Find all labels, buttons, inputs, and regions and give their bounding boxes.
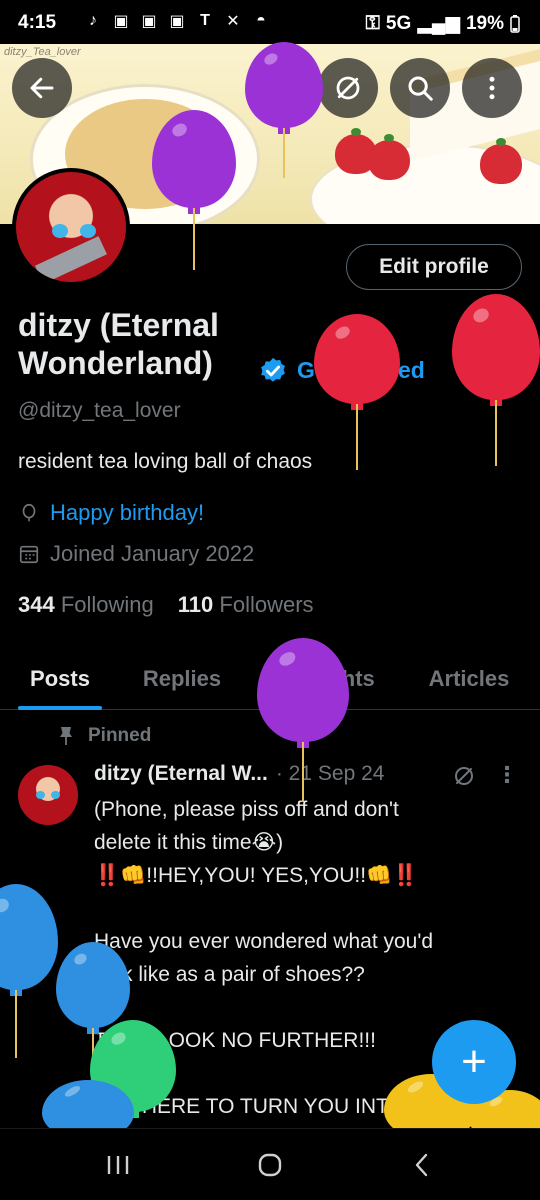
joined-row: Joined January 2022 [18, 541, 254, 567]
avatar-eye [80, 224, 96, 238]
avatar-eye [52, 224, 68, 238]
birthday-row[interactable]: Happy birthday! [18, 500, 204, 526]
balloon-body [245, 42, 323, 128]
back-button[interactable] [12, 58, 72, 118]
balloon-purple [245, 42, 323, 178]
post-header: ditzy (Eternal W... · 21 Sep 24 [94, 762, 384, 786]
avatar-eye [36, 791, 45, 799]
tab-posts[interactable]: Posts [0, 648, 120, 710]
post-avatar[interactable] [18, 765, 78, 825]
balloon-string [15, 990, 17, 1058]
twitch-icon: ▣ [169, 13, 185, 30]
joined-date: Joined January 2022 [50, 541, 255, 566]
avatar-knife [35, 236, 107, 282]
pin-icon [60, 727, 72, 745]
balloon-string [356, 404, 358, 470]
post-date[interactable]: · 21 Sep 24 [276, 762, 385, 786]
edit-profile-button[interactable]: Edit profile [346, 244, 522, 290]
tumblr-icon: T [200, 12, 210, 29]
tab-replies[interactable]: Replies [120, 648, 244, 710]
following-label: Following [60, 592, 154, 617]
status-time: 4:15 [18, 12, 57, 33]
status-right: ⚿ 5G ▂▄▆ 19% [365, 12, 520, 35]
balloon-string [193, 208, 195, 270]
x-icon: ✕ [226, 13, 240, 30]
balloon-body [152, 110, 236, 208]
balloon-body [56, 942, 130, 1028]
balloon-string [495, 400, 497, 466]
followers-link[interactable]: 110 Followers [178, 592, 314, 618]
network-label: 5G [385, 12, 412, 34]
grok-button[interactable] [318, 58, 378, 118]
home-button[interactable] [250, 1147, 290, 1183]
balloon-outline-icon [22, 503, 36, 522]
signal-icon: ▂▄▆ [417, 13, 460, 34]
tiktok-icon: ♪ [89, 12, 97, 29]
balloon-purple [257, 638, 349, 802]
battery-icon [510, 14, 520, 33]
post-more-icon[interactable]: ⋮ [496, 762, 518, 788]
tab-articles[interactable]: Articles [398, 648, 540, 710]
following-link[interactable]: 344 Following [18, 592, 154, 618]
avatar-eye [51, 791, 60, 799]
followers-count: 110 [177, 592, 214, 617]
battery-label: 19% [465, 12, 504, 34]
balloon-string [283, 128, 285, 178]
key-icon: ⚿ [365, 12, 380, 34]
more-button[interactable] [462, 58, 522, 118]
balloon-string [302, 742, 304, 802]
balloon-red [452, 294, 540, 466]
balloon-blue [56, 942, 130, 1078]
status-bar: 4:15 ♪ ▣ ▣ ▣ T ✕ ◓ ⚿ 5G ▂▄▆ 19% [0, 0, 540, 44]
pinned-label: Pinned [88, 725, 152, 746]
home-icon [258, 1153, 282, 1177]
back-nav-button[interactable] [402, 1147, 442, 1183]
calendar-icon [19, 545, 39, 564]
follow-stats: 344 Following 110 Followers [18, 592, 314, 618]
following-count: 344 [18, 592, 55, 617]
app-icon: ◓ [256, 12, 266, 29]
notification-icons: ♪ ▣ ▣ ▣ T ✕ ◓ [82, 10, 272, 32]
grok-icon[interactable] [452, 764, 476, 788]
balloon-body [314, 314, 400, 404]
balloon-blue [0, 884, 58, 1058]
grok-icon [336, 76, 360, 100]
system-nav-bar [0, 1128, 540, 1200]
strawberry-illustration [480, 138, 522, 184]
twitch-icon: ▣ [113, 13, 129, 30]
back-icon [415, 1153, 428, 1177]
twitch-icon: ▣ [141, 13, 157, 30]
profile-avatar[interactable] [12, 168, 130, 286]
post-author[interactable]: ditzy (Eternal W... [94, 762, 268, 786]
birthday-link[interactable]: Happy birthday! [50, 500, 204, 526]
more-vertical-icon [489, 76, 495, 100]
balloon-body [257, 638, 349, 742]
search-icon [408, 76, 433, 101]
arrow-left-icon [30, 77, 54, 99]
balloon-body [452, 294, 540, 400]
verified-check-icon [261, 357, 285, 382]
recent-apps-button[interactable] [98, 1147, 138, 1183]
search-button[interactable] [390, 58, 450, 118]
strawberry-illustration [368, 134, 410, 180]
banner-watermark: ditzy_Tea_lover [4, 46, 81, 58]
profile-bio: resident tea loving ball of chaos [18, 450, 313, 473]
profile-handle: @ditzy_tea_lover [18, 399, 181, 422]
compose-post-button[interactable]: + [432, 1020, 516, 1104]
balloon-body [0, 884, 58, 990]
followers-label: Followers [219, 592, 314, 617]
pinned-indicator: Pinned [58, 725, 151, 747]
balloon-red [314, 314, 400, 470]
recent-apps-icon [107, 1156, 129, 1174]
balloon-purple [152, 110, 236, 270]
